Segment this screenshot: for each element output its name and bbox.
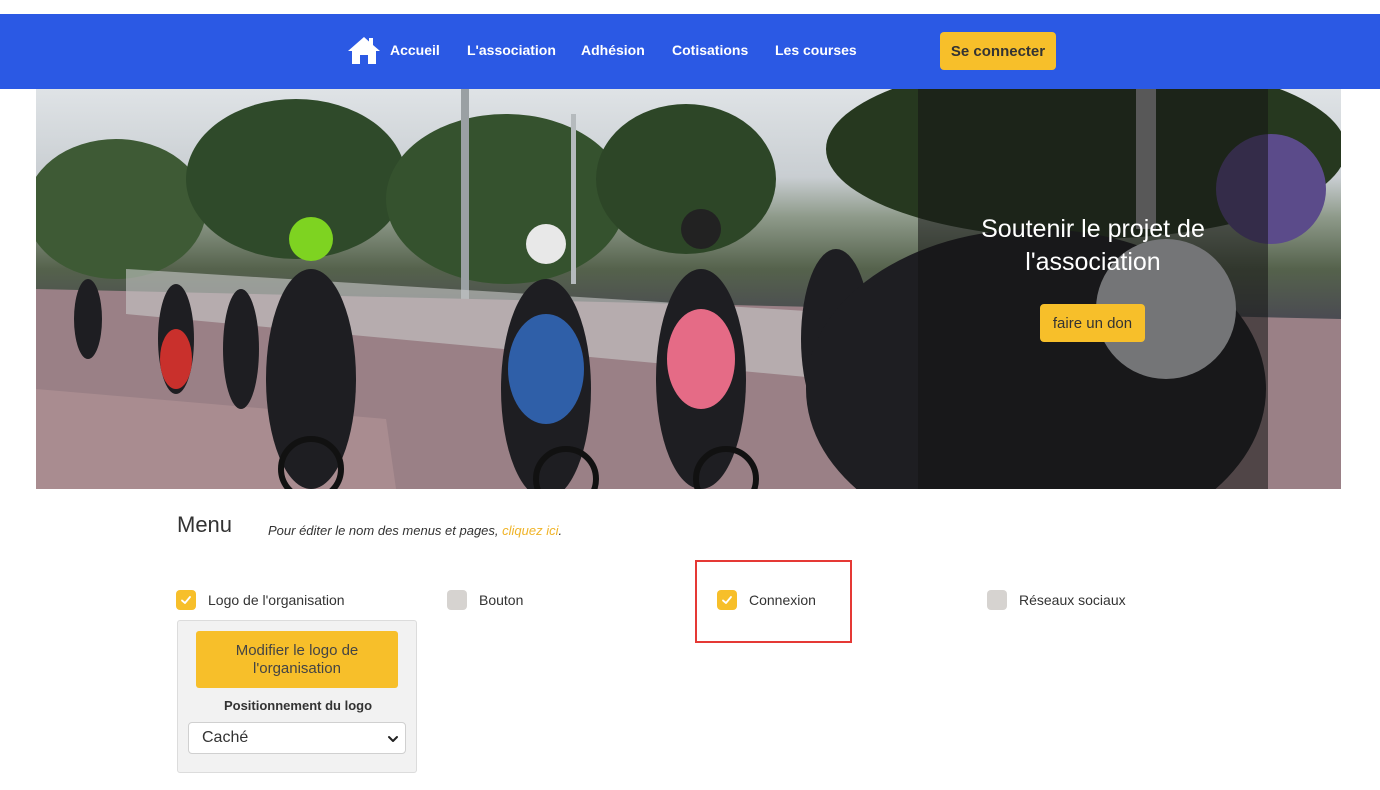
- hero-banner: Soutenir le projet de l'association fair…: [36, 89, 1341, 489]
- login-button[interactable]: Se connecter: [940, 32, 1056, 70]
- nav-adhesion[interactable]: Adhésion: [581, 42, 645, 58]
- connexion-checkbox-label: Connexion: [749, 592, 816, 608]
- logo-position-select[interactable]: Caché: [188, 722, 406, 754]
- connexion-checkbox[interactable]: [717, 590, 737, 610]
- logo-position-value: Caché: [202, 729, 249, 746]
- menu-hint: Pour éditer le nom des menus et pages, c…: [268, 523, 563, 538]
- edit-menus-link[interactable]: cliquez ici: [502, 523, 558, 538]
- option-bouton: Bouton: [447, 590, 523, 610]
- nav-les-courses[interactable]: Les courses: [775, 42, 857, 58]
- reseaux-sociaux-checkbox[interactable]: [987, 590, 1007, 610]
- reseaux-sociaux-checkbox-label: Réseaux sociaux: [1019, 592, 1126, 608]
- nav-accueil[interactable]: Accueil: [390, 42, 440, 58]
- nav-cotisations[interactable]: Cotisations: [672, 42, 748, 58]
- edit-logo-button[interactable]: Modifier le logo de l'organisation: [196, 631, 398, 688]
- logo-checkbox[interactable]: [176, 590, 196, 610]
- home-icon[interactable]: [347, 35, 381, 65]
- top-navbar: Accueil L'association Adhésion Cotisatio…: [0, 14, 1380, 89]
- logo-position-label: Positionnement du logo: [223, 698, 373, 713]
- option-connexion: Connexion: [717, 590, 816, 610]
- hero-overlay: [918, 89, 1268, 489]
- chevron-down-icon: [388, 736, 398, 742]
- check-icon: [722, 596, 732, 604]
- menu-heading: Menu: [177, 512, 233, 537]
- bouton-checkbox[interactable]: [447, 590, 467, 610]
- nav-association[interactable]: L'association: [467, 42, 556, 58]
- donate-button[interactable]: faire un don: [1040, 304, 1145, 342]
- option-logo: Logo de l'organisation: [176, 590, 345, 610]
- logo-checkbox-label: Logo de l'organisation: [208, 592, 345, 608]
- bouton-checkbox-label: Bouton: [479, 592, 524, 608]
- hero-title: Soutenir le projet de l'association: [981, 215, 1205, 276]
- option-reseaux-sociaux: Réseaux sociaux: [987, 590, 1126, 610]
- logo-settings-panel: Modifier le logo de l'organisation Posit…: [177, 620, 417, 773]
- check-icon: [181, 596, 191, 604]
